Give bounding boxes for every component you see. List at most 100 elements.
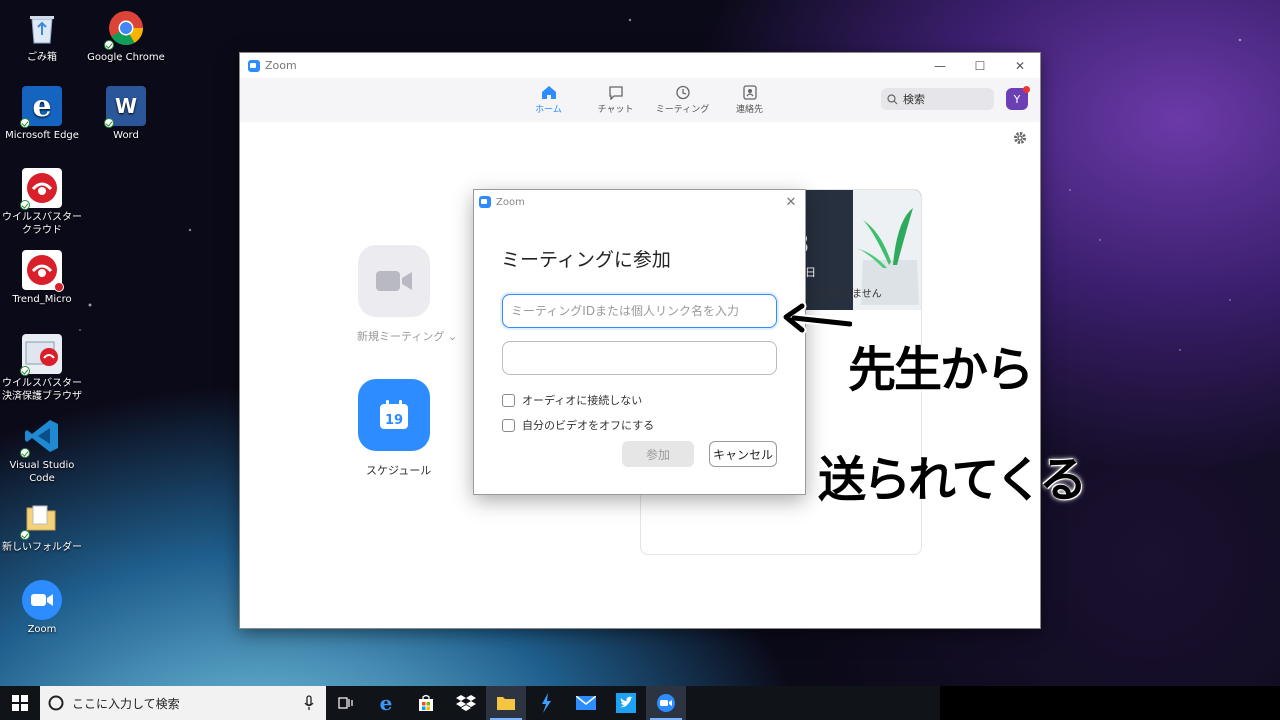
search-box[interactable]: 検索 <box>881 88 994 110</box>
desktop-icon-recycle-bin[interactable]: ごみ箱 <box>0 8 84 64</box>
mail-icon <box>576 696 596 710</box>
edge-icon: e <box>20 86 62 128</box>
schedule-label: スケジュール <box>366 464 432 477</box>
calendar-icon: 19 <box>380 400 408 429</box>
zoom-app-icon <box>657 694 675 712</box>
twitter-icon <box>616 693 636 713</box>
display-name-input[interactable] <box>502 341 777 375</box>
meeting-id-input[interactable] <box>502 294 777 328</box>
folder-icon <box>497 697 515 710</box>
desktop-icon-label: ごみ箱 <box>27 52 57 63</box>
tab-home[interactable]: ホーム <box>515 85 582 115</box>
zoom-logo-icon <box>479 196 491 208</box>
zoom-app-icon <box>22 580 62 620</box>
microphone-icon[interactable] <box>304 695 314 711</box>
annotation-arrow-icon <box>782 302 852 335</box>
task-view-button[interactable] <box>326 686 366 720</box>
tab-contacts[interactable]: 連絡先 <box>716 85 783 115</box>
join-meeting-dialog: Zoom ✕ ミーティングに参加 オーディオに接続しない 自分のビデオをオフにす… <box>474 190 805 494</box>
desktop-icon-zoom[interactable]: Zoom <box>0 580 84 636</box>
taskbar-search[interactable]: ここに入力して検索 <box>40 686 326 720</box>
recycle-bin-icon <box>22 8 62 48</box>
taskbar-edge[interactable]: e <box>366 686 406 720</box>
chrome-icon <box>104 8 146 50</box>
desktop-icon-label: ウイルスバスター クラウド <box>2 212 82 236</box>
dialog-heading: ミーティングに参加 <box>501 249 671 271</box>
taskbar-file-explorer[interactable] <box>486 686 526 720</box>
annotation-line-2: 送られてくる <box>818 452 1087 508</box>
desktop-icon-edge[interactable]: e Microsoft Edge <box>0 86 84 142</box>
search-icon <box>887 93 898 104</box>
zoom-logo-icon <box>248 59 260 72</box>
video-off-checkbox[interactable] <box>502 418 515 432</box>
zoom-toolbar: ホーム チャット ミーティング 連絡先 検索 Y <box>240 78 1040 122</box>
annotation-line-1: 先生から <box>848 342 1034 398</box>
taskbar-twitter[interactable] <box>606 686 646 720</box>
svg-text:19: 19 <box>385 413 403 428</box>
folder-icon <box>20 498 62 540</box>
taskbar: ここに入力して検索 e <box>0 686 1280 720</box>
minimize-icon[interactable]: — <box>920 59 960 73</box>
word-icon: W <box>104 86 146 128</box>
maximize-icon[interactable]: ☐ <box>960 59 1000 73</box>
edge-icon: e <box>379 691 393 715</box>
desktop-icon-label: Word <box>113 130 139 141</box>
no-audio-label: オーディオに接続しない <box>522 394 643 407</box>
video-off-label: 自分のビデオをオフにする <box>522 419 655 432</box>
desktop-icon-label: Visual Studio Code <box>9 460 75 484</box>
tab-meetings[interactable]: ミーティング <box>649 85 716 115</box>
chat-icon <box>608 86 623 100</box>
desktop-icon-label: Google Chrome <box>87 52 165 63</box>
desktop-icon-new-folder[interactable]: 新しいフォルダー <box>0 498 84 554</box>
new-meeting-button[interactable] <box>358 245 430 317</box>
windows-logo-icon <box>12 695 28 711</box>
desktop-icon-vscode[interactable]: Visual Studio Code <box>0 416 84 485</box>
video-camera-icon <box>376 271 412 291</box>
home-icon <box>541 86 556 99</box>
taskbar-store[interactable] <box>406 686 446 720</box>
new-meeting-label[interactable]: 新規ミーティング ⌄ <box>357 328 457 344</box>
main-nav: ホーム チャット ミーティング 連絡先 <box>515 85 783 115</box>
no-audio-option[interactable]: オーディオに接続しない <box>502 392 642 408</box>
taskbar-mail[interactable] <box>566 686 606 720</box>
start-button[interactable] <box>0 686 40 720</box>
cortana-circle-icon <box>48 695 64 711</box>
trend-micro-icon <box>22 250 64 292</box>
taskbar-lightning-app[interactable] <box>526 686 566 720</box>
desktop-icon-label: ウイルスバスター決済保護ブラウザ <box>2 378 82 402</box>
desktop-icon-word[interactable]: W Word <box>84 86 168 142</box>
avatar[interactable]: Y <box>1006 86 1030 110</box>
close-icon[interactable]: ✕ <box>1000 59 1040 73</box>
virusbuster-icon <box>20 168 62 210</box>
secure-browser-icon <box>20 334 62 376</box>
vscode-icon <box>20 416 62 458</box>
card-date-suffix: 日 <box>805 266 816 279</box>
chevron-down-icon: ⌄ <box>447 330 458 343</box>
taskbar-zoom[interactable] <box>646 686 686 720</box>
desktop-icon-label: Zoom <box>27 624 57 635</box>
desktop-icon-virusbuster[interactable]: ウイルスバスター クラウド <box>0 168 84 237</box>
lightning-icon <box>542 693 551 713</box>
tab-chat[interactable]: チャット <box>582 85 649 115</box>
desktop-icon-chrome[interactable]: Google Chrome <box>84 8 168 64</box>
taskbar-dropbox[interactable] <box>446 686 486 720</box>
desktop-icon-label: Microsoft Edge <box>5 130 79 141</box>
desktop-icon-label: Trend_Micro <box>12 294 72 305</box>
close-icon[interactable]: ✕ <box>777 195 805 210</box>
cancel-button[interactable]: キャンセル <box>709 441 777 467</box>
join-button[interactable]: 参加 <box>622 441 694 467</box>
desktop-icon-label: 新しいフォルダー <box>2 542 82 553</box>
desktop-icon-trend-micro[interactable]: Trend_Micro <box>0 250 84 306</box>
task-view-icon <box>338 697 353 709</box>
zoom-titlebar: Zoom — ☐ ✕ <box>240 53 1040 78</box>
video-off-option[interactable]: 自分のビデオをオフにする <box>502 417 654 433</box>
dialog-title: Zoom <box>496 196 525 208</box>
no-audio-checkbox[interactable] <box>502 393 515 407</box>
gear-icon[interactable] <box>1013 131 1027 145</box>
search-placeholder: 検索 <box>903 93 925 106</box>
taskbar-search-text: ここに入力して検索 <box>72 696 180 711</box>
desktop-icon-secure-browser[interactable]: ウイルスバスター決済保護ブラウザ <box>0 334 84 403</box>
schedule-button[interactable]: 19 <box>358 379 430 451</box>
dropbox-icon <box>456 695 476 711</box>
dialog-titlebar: Zoom ✕ <box>474 190 805 214</box>
